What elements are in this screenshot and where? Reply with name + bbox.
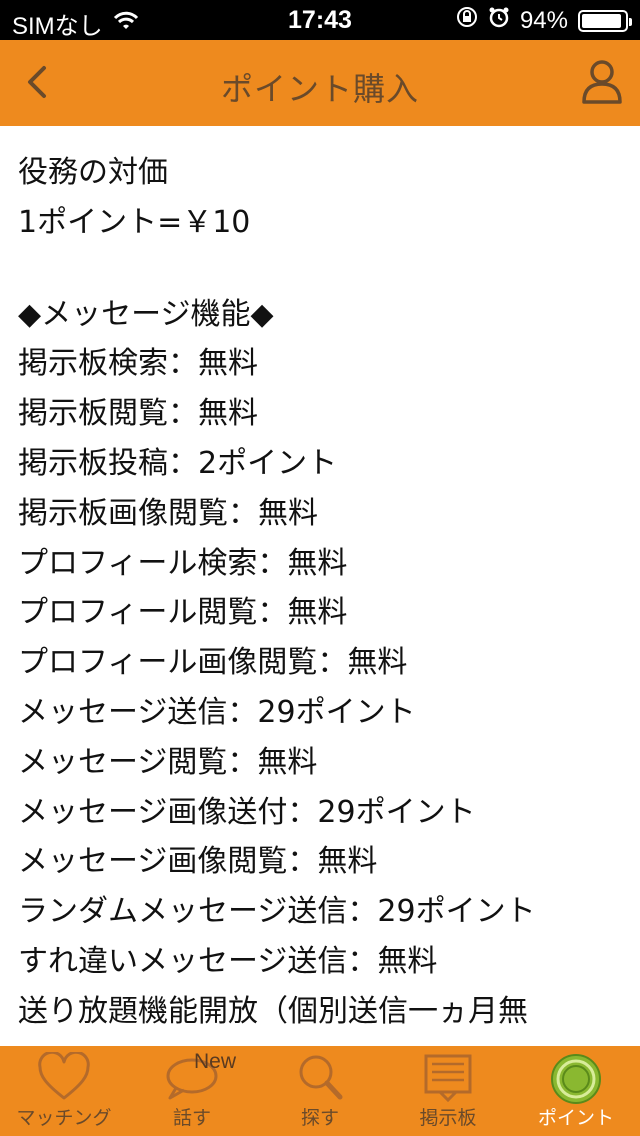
status-right: 94% — [456, 6, 632, 35]
new-badge: New — [194, 1050, 237, 1073]
section-heading: ◆メッセージ機能◆ — [18, 296, 274, 332]
search-icon — [299, 1055, 343, 1100]
tab-label: ポイント — [537, 1107, 614, 1129]
content-line: 掲示板閲覧：無料 — [18, 396, 258, 432]
tab-label: 話す — [172, 1107, 211, 1129]
rotation-lock-icon — [456, 6, 478, 35]
content-line: プロフィール閲覧：無料 — [18, 595, 348, 631]
content-line: 掲示板検索：無料 — [18, 346, 258, 382]
user-icon — [582, 60, 622, 104]
tab-board[interactable]: 掲示板 — [384, 1046, 512, 1136]
page-title: ポイント購入 — [220, 70, 419, 108]
content-line: メッセージ閲覧：無料 — [18, 744, 318, 780]
content-line: 1ポイント=￥10 — [18, 204, 251, 240]
tab-talk[interactable]: New 話す — [128, 1046, 256, 1136]
content-line: メッセージ画像送付：29ポイント — [18, 794, 476, 830]
content-line: 掲示板投稿：2ポイント — [18, 445, 338, 481]
battery-fill — [582, 13, 622, 28]
nav-bar: ポイント購入 — [0, 40, 640, 126]
content-line: すれ違いメッセージ送信：無料 — [18, 943, 438, 979]
tab-bar: マッチング New 話す 探す 掲示板 ポイント — [0, 1046, 640, 1136]
heart-icon — [38, 1052, 90, 1100]
content-line: プロフィール画像閲覧：無料 — [18, 645, 408, 681]
battery-icon — [578, 9, 632, 32]
status-bar: SIMなし 17:43 94% — [0, 0, 640, 40]
content-line: 掲示板画像閲覧：無料 — [18, 495, 318, 531]
tab-matching[interactable]: マッチング — [0, 1046, 128, 1136]
content-line: 役務の対価 — [18, 155, 168, 190]
coin-icon — [551, 1054, 601, 1104]
profile-button[interactable] — [580, 58, 624, 106]
alarm-icon — [488, 6, 510, 35]
battery-percent: 94% — [519, 6, 568, 34]
content-line: プロフィール検索：無料 — [18, 545, 348, 581]
tab-label: マッチング — [16, 1107, 112, 1129]
content-line: メッセージ送信：29ポイント — [18, 694, 416, 730]
tab-label: 掲示板 — [419, 1107, 477, 1129]
pricing-content: 役務の対価 1ポイント=￥10 ◆メッセージ機能◆ 掲示板検索：無料 掲示板閲覧… — [18, 148, 628, 1046]
tab-label: 探す — [300, 1107, 339, 1129]
content-line: メッセージ画像閲覧：無料 — [18, 844, 378, 880]
board-icon — [424, 1054, 472, 1102]
tab-search[interactable]: 探す — [256, 1046, 384, 1136]
content-line: ランダムメッセージ送信：29ポイント — [18, 894, 536, 930]
content-line: 送り放題機能開放（個別送信一ヵ月無 — [18, 993, 528, 1029]
tab-point[interactable]: ポイント — [512, 1046, 640, 1136]
